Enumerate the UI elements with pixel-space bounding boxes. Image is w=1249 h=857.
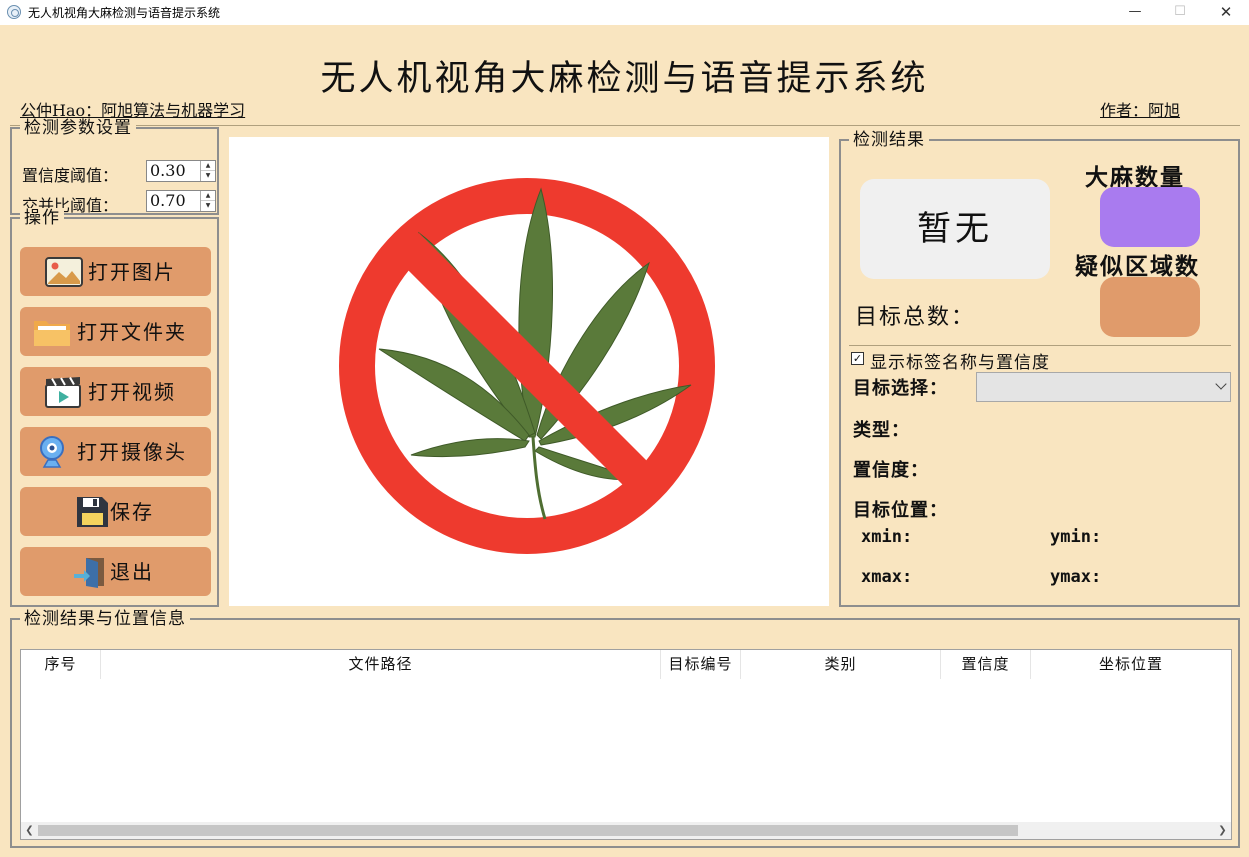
params-group-title: 检测参数设置 [20, 118, 136, 138]
open-image-button[interactable]: 打开图片 [20, 247, 211, 296]
params-group: 检测参数设置 置信度阈值： 0.30 ▲ ▼ 交并比阈值： 0.70 ▲ ▼ [10, 118, 219, 215]
column-header-coordinates[interactable]: 坐标位置 [1031, 650, 1231, 679]
xmax-label: xmax: [861, 567, 913, 587]
operations-group-title: 操作 [20, 208, 64, 228]
result-table-group-title: 检测结果与位置信息 [20, 609, 190, 629]
column-header-file-path[interactable]: 文件路径 [101, 650, 661, 679]
xmin-label: xmin: [861, 527, 913, 547]
exit-door-icon [74, 558, 104, 588]
spin-up-icon[interactable]: ▲ [201, 191, 215, 201]
scroll-left-icon[interactable]: ❮ [21, 822, 38, 839]
app-icon [7, 5, 21, 19]
close-button[interactable]: ✕ [1203, 0, 1249, 25]
open-folder-button[interactable]: 打开文件夹 [20, 307, 211, 356]
ymin-label: ymin: [1050, 527, 1102, 547]
author-link[interactable]: 作者：阿旭 [1100, 97, 1180, 121]
iou-threshold-spinbox[interactable]: 0.70 ▲ ▼ [146, 190, 216, 212]
confidence-threshold-spinbox[interactable]: 0.30 ▲ ▼ [146, 160, 216, 182]
show-label-checkbox-label: 显示标签名称与置信度 [870, 353, 1050, 373]
scrollbar-thumb[interactable] [38, 825, 1018, 836]
exit-label: 退出 [110, 560, 154, 584]
column-header-category[interactable]: 类别 [741, 650, 941, 679]
minimize-button[interactable]: — [1112, 0, 1158, 25]
result-divider [849, 345, 1231, 346]
video-clapper-icon [45, 377, 81, 408]
horizontal-scrollbar[interactable]: ❮ ❯ [21, 822, 1231, 839]
checkbox-checked-icon[interactable]: ✓ [851, 352, 864, 365]
no-result-display: 暂无 [860, 179, 1050, 279]
confidence-threshold-label: 置信度阈值： [22, 166, 119, 185]
save-button[interactable]: 保存 [20, 487, 211, 536]
image-icon [45, 257, 83, 287]
ymax-label: ymax: [1050, 567, 1102, 587]
column-header-index[interactable]: 序号 [21, 650, 101, 679]
target-select-label: 目标选择： [853, 378, 948, 399]
open-image-label: 打开图片 [88, 260, 176, 284]
result-table-group: 检测结果与位置信息 序号 文件路径 目标编号 类别 置信度 坐标位置 ❮ ❯ [10, 609, 1240, 848]
target-select-dropdown[interactable] [976, 372, 1231, 402]
header-divider [10, 125, 1240, 126]
spin-down-icon[interactable]: ▼ [201, 171, 215, 181]
table-header: 序号 文件路径 目标编号 类别 置信度 坐标位置 [21, 650, 1231, 679]
type-label: 类型： [853, 420, 910, 441]
suspicious-area-count-label: 疑似区域数 [1075, 253, 1200, 280]
exit-button[interactable]: 退出 [20, 547, 211, 596]
chevron-down-icon [1215, 378, 1227, 390]
floppy-disk-icon [77, 497, 108, 527]
detection-result-group-title: 检测结果 [849, 130, 929, 150]
total-targets-label: 目标总数： [855, 305, 976, 330]
iou-threshold-value: 0.70 [150, 191, 186, 210]
column-header-confidence[interactable]: 置信度 [941, 650, 1031, 679]
window-title: 无人机视角大麻检测与语音提示系统 [28, 6, 221, 20]
open-video-label: 打开视频 [88, 380, 176, 404]
suspicious-area-count-badge [1100, 277, 1200, 337]
folder-icon [34, 321, 70, 346]
open-camera-label: 打开摄像头 [77, 440, 187, 464]
confidence-threshold-value: 0.30 [150, 161, 186, 180]
spin-down-icon[interactable]: ▼ [201, 201, 215, 211]
target-position-label: 目标位置： [853, 500, 948, 521]
operations-group: 操作 打开图片 打开文件夹 打开视频 打开摄像头 保存 退出 [10, 208, 219, 607]
open-video-button[interactable]: 打开视频 [20, 367, 211, 416]
detection-result-group: 检测结果 暂无 大麻数量 疑似区域数 目标总数： ✓ 显示标签名称与置信度 目标… [839, 130, 1240, 607]
image-display-panel [229, 137, 829, 606]
no-cannabis-sign-image [339, 178, 715, 554]
spin-up-icon[interactable]: ▲ [201, 161, 215, 171]
save-label: 保存 [110, 500, 154, 524]
maximize-button[interactable]: ☐ [1157, 0, 1203, 25]
open-folder-label: 打开文件夹 [77, 320, 187, 344]
open-camera-button[interactable]: 打开摄像头 [20, 427, 211, 476]
window-titlebar: 无人机视角大麻检测与语音提示系统 — ☐ ✕ [0, 0, 1249, 25]
column-header-target-id[interactable]: 目标编号 [661, 650, 741, 679]
result-table[interactable]: 序号 文件路径 目标编号 类别 置信度 坐标位置 ❮ ❯ [20, 649, 1232, 840]
scroll-right-icon[interactable]: ❯ [1214, 822, 1231, 839]
page-title: 无人机视角大麻检测与语音提示系统 [320, 59, 929, 99]
cannabis-count-badge [1100, 187, 1200, 247]
confidence-label: 置信度： [853, 460, 929, 481]
webcam-icon [40, 436, 64, 468]
